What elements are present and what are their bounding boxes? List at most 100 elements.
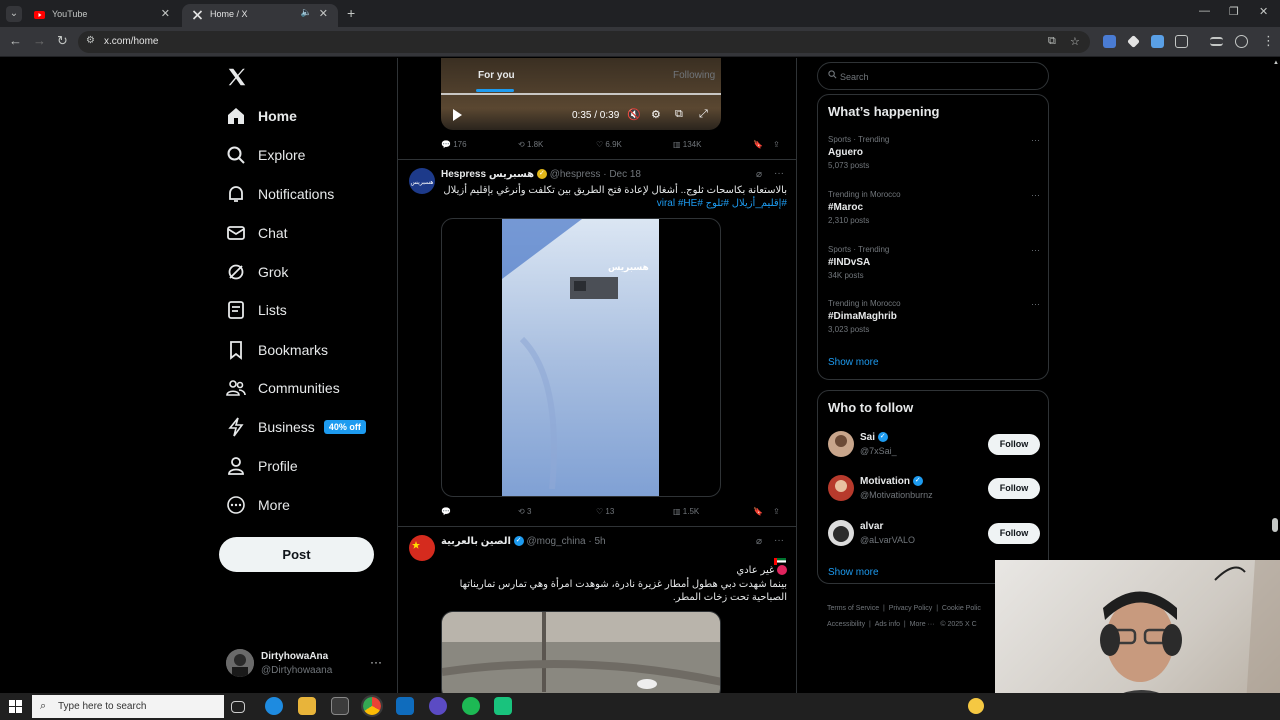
views-button[interactable]: ▥ 134K bbox=[673, 140, 701, 149]
minimize-icon[interactable]: — bbox=[1199, 5, 1210, 17]
more-dots-icon[interactable]: ··· bbox=[774, 535, 784, 546]
forward-icon[interactable]: → bbox=[33, 33, 46, 48]
nav-notifications[interactable]: Notifications bbox=[226, 179, 334, 209]
profile-icon[interactable] bbox=[1235, 35, 1248, 48]
more-dots-icon[interactable]: ··· bbox=[774, 168, 784, 179]
bookmark-icon[interactable]: 🔖 bbox=[753, 507, 763, 516]
translate-extension-icon[interactable] bbox=[1103, 35, 1116, 48]
follow-suggestion[interactable]: Motivation ✓ @Motivationburnz Follow bbox=[828, 475, 1040, 505]
trend-item[interactable]: Sports · Trending Aguero 5,073 posts ··· bbox=[828, 135, 1040, 170]
nav-bookmarks[interactable]: Bookmarks bbox=[226, 335, 328, 365]
nav-more[interactable]: More bbox=[226, 490, 290, 520]
nav-lists[interactable]: Lists bbox=[226, 295, 287, 325]
follow-button[interactable]: Follow bbox=[988, 434, 1040, 455]
show-more-link[interactable]: Show more bbox=[828, 357, 879, 368]
settings-icon[interactable]: ⚙ bbox=[651, 108, 661, 121]
video-progress-bar[interactable] bbox=[441, 93, 721, 95]
follow-suggestion[interactable]: alvar @aLvarVALO Follow bbox=[828, 520, 1040, 550]
search-input[interactable]: Search bbox=[817, 62, 1049, 90]
chrome-icon[interactable] bbox=[361, 695, 383, 717]
outlook-icon[interactable] bbox=[396, 697, 414, 715]
account-switcher[interactable]: DirtyhowaAna @Dirtyhowaana ··· bbox=[226, 649, 386, 681]
nav-profile[interactable]: Profile bbox=[226, 451, 298, 481]
repost-button[interactable]: ⟲ 1.8K bbox=[518, 140, 543, 149]
address-bar[interactable]: ⚙ x.com/home ⧉ ☆ bbox=[78, 31, 1090, 53]
reply-button[interactable]: 💬 bbox=[441, 507, 451, 516]
mute-icon[interactable]: 🔇 bbox=[627, 108, 641, 121]
accessibility-link[interactable]: Accessibility bbox=[827, 621, 865, 628]
avatar[interactable] bbox=[409, 535, 435, 561]
close-window-icon[interactable]: ✕ bbox=[1259, 5, 1268, 18]
store-icon[interactable] bbox=[331, 697, 349, 715]
speaker-icon[interactable]: 🔈 bbox=[301, 7, 312, 18]
tab-search-button[interactable]: ⌄ bbox=[6, 6, 22, 22]
repost-button[interactable]: ⟲ 3 bbox=[518, 507, 531, 516]
privacy-link[interactable]: Privacy Policy bbox=[889, 605, 933, 612]
author-name[interactable]: Hespress هسبريس bbox=[441, 169, 534, 180]
new-tab-button[interactable]: + bbox=[347, 5, 355, 21]
reply-button[interactable]: 💬 176 bbox=[441, 140, 467, 149]
more-dots-icon[interactable]: ··· bbox=[1031, 135, 1040, 145]
follow-button[interactable]: Follow bbox=[988, 478, 1040, 499]
bookmark-icon[interactable]: 🔖 bbox=[753, 140, 763, 149]
scroll-thumb[interactable] bbox=[1272, 518, 1278, 532]
share-icon[interactable]: ⇪ bbox=[773, 507, 780, 516]
grok-icon[interactable]: ⌀ bbox=[756, 169, 762, 180]
pip-icon[interactable]: ⧉ bbox=[675, 108, 683, 121]
tweet-video[interactable]: هسبريس bbox=[441, 218, 721, 497]
author-handle[interactable]: @mog_china bbox=[527, 536, 586, 547]
author-name[interactable]: الصين بالعربية bbox=[441, 536, 511, 547]
bookmark-star-icon[interactable]: ☆ bbox=[1070, 35, 1080, 48]
restore-icon[interactable]: ❐ bbox=[1229, 5, 1239, 18]
more-dots-icon[interactable]: ··· bbox=[1031, 190, 1040, 200]
file-explorer-icon[interactable] bbox=[298, 697, 316, 715]
tweet-hashtags[interactable]: #إقليم_أزيلال #ثلوج #viral #HE bbox=[441, 197, 787, 210]
trend-item[interactable]: Trending in Morocco #Maroc 2,310 posts ·… bbox=[828, 190, 1040, 225]
cast-icon[interactable]: ⧉ bbox=[1048, 35, 1056, 48]
nav-grok[interactable]: Grok bbox=[226, 257, 288, 287]
author-handle[interactable]: @hespress bbox=[550, 169, 601, 180]
scroll-up-icon[interactable]: ▲ bbox=[1273, 60, 1279, 66]
trend-item[interactable]: Sports · Trending #INDvSA 34K posts ··· bbox=[828, 245, 1040, 280]
tab-following[interactable]: Following bbox=[673, 70, 715, 81]
cookie-link[interactable]: Cookie Polic bbox=[942, 605, 981, 612]
trend-item[interactable]: Trending in Morocco #DimaMaghrib 3,023 p… bbox=[828, 299, 1040, 334]
nav-chat[interactable]: Chat bbox=[226, 218, 288, 248]
nav-business[interactable]: Business 40% off bbox=[226, 412, 366, 442]
fullscreen-icon[interactable]: ⤢ bbox=[699, 108, 708, 121]
close-tab-icon[interactable]: ✕ bbox=[161, 7, 170, 20]
terms-link[interactable]: Terms of Service bbox=[827, 605, 879, 612]
follow-button[interactable]: Follow bbox=[988, 523, 1040, 544]
chrome-menu-icon[interactable]: ⋮ bbox=[1262, 33, 1275, 49]
site-info-icon[interactable]: ⚙ bbox=[86, 35, 95, 46]
task-view-icon[interactable] bbox=[231, 701, 245, 713]
share-icon[interactable]: ⇪ bbox=[773, 140, 780, 149]
weather-icon[interactable] bbox=[968, 698, 984, 714]
like-button[interactable]: ♡ 6.9K bbox=[596, 140, 622, 149]
obs-icon[interactable] bbox=[429, 697, 447, 715]
spotify-icon[interactable] bbox=[462, 697, 480, 715]
reading-list-icon[interactable] bbox=[1210, 37, 1223, 46]
show-more-link[interactable]: Show more bbox=[828, 567, 879, 578]
tab-youtube[interactable]: YouTube ✕ bbox=[24, 4, 180, 27]
nav-home[interactable]: Home bbox=[226, 101, 297, 131]
more-dots-icon[interactable]: ··· bbox=[370, 655, 382, 669]
edge-icon[interactable] bbox=[265, 697, 283, 715]
more-link[interactable]: More ··· bbox=[910, 621, 935, 628]
avatar[interactable]: هسبريس bbox=[409, 168, 435, 194]
nav-communities[interactable]: Communities bbox=[226, 373, 340, 403]
extensions-puzzle-icon[interactable] bbox=[1175, 35, 1188, 48]
views-button[interactable]: ▥ 1.5K bbox=[673, 507, 699, 516]
windows-start-icon[interactable] bbox=[9, 700, 22, 713]
tab-for-you[interactable]: For you bbox=[478, 70, 515, 81]
taskbar-search-input[interactable]: ⌕ Type here to search bbox=[32, 695, 224, 718]
x-logo-icon[interactable] bbox=[226, 66, 248, 88]
like-button[interactable]: ♡ 13 bbox=[596, 507, 614, 516]
app-icon[interactable] bbox=[494, 697, 512, 715]
diamond-extension-icon[interactable] bbox=[1127, 35, 1140, 48]
tweet-image[interactable] bbox=[441, 611, 721, 693]
reload-icon[interactable]: ↻ bbox=[57, 33, 68, 49]
close-tab-icon[interactable]: ✕ bbox=[319, 7, 328, 20]
follow-suggestion[interactable]: Sai ✓ @7xSai_ Follow bbox=[828, 431, 1040, 461]
tweet-time[interactable]: 5h bbox=[594, 536, 605, 547]
